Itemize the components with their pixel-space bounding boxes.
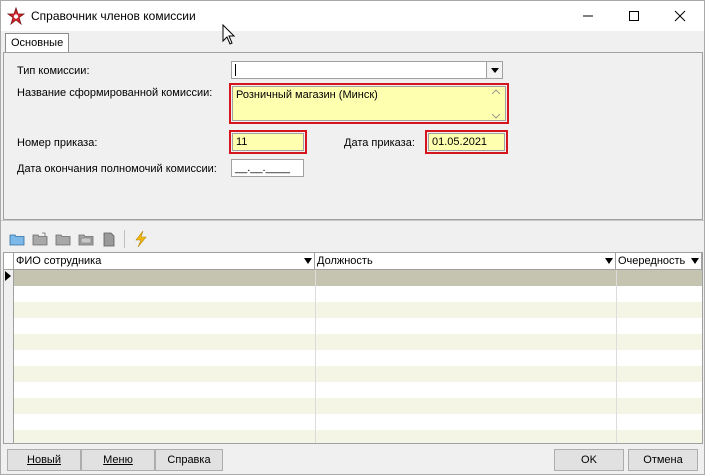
table-row[interactable] xyxy=(14,366,702,382)
table-row[interactable] xyxy=(14,414,702,430)
folder-open-icon xyxy=(32,232,47,246)
column-header-order-label: Очередность xyxy=(618,255,686,267)
new-button-label: Новый xyxy=(27,454,61,466)
document-button[interactable] xyxy=(97,228,120,250)
lightning-button[interactable] xyxy=(129,228,152,250)
button-bar: Новый Меню Справка OK Отмена xyxy=(1,446,704,474)
folder-delete-button[interactable] xyxy=(74,228,97,250)
folder-edit-icon xyxy=(55,234,70,246)
end-date-label: Дата окончания полномочий комиссии: xyxy=(17,163,217,175)
folder-delete-icon xyxy=(78,234,93,246)
close-icon xyxy=(674,10,686,22)
minimize-icon xyxy=(583,15,593,17)
folder-edit-button[interactable] xyxy=(51,228,74,250)
order-number-highlight xyxy=(229,130,307,154)
menu-button-label: Меню xyxy=(103,454,133,466)
app-logo-icon xyxy=(7,7,25,25)
menu-button[interactable]: Меню xyxy=(81,449,155,471)
grid-header: ФИО сотрудника Должность Очередность xyxy=(4,253,702,270)
column-divider xyxy=(315,270,316,443)
close-button[interactable] xyxy=(657,1,703,31)
column-header-employee-label: ФИО сотрудника xyxy=(16,255,102,267)
minimize-button[interactable] xyxy=(565,1,611,31)
members-grid[interactable]: ФИО сотрудника Должность Очередность xyxy=(3,252,703,444)
toolbar-separator xyxy=(124,230,125,248)
window-title: Справочник членов комиссии xyxy=(31,9,196,23)
new-button[interactable]: Новый xyxy=(7,449,81,471)
maximize-icon xyxy=(629,11,639,21)
chevron-down-icon xyxy=(490,67,499,73)
panel-splitter[interactable] xyxy=(1,220,704,226)
commission-name-label: Название сформированной комиссии: xyxy=(17,87,213,99)
chevron-down-icon[interactable] xyxy=(304,258,312,264)
order-date-label: Дата приказа: xyxy=(344,137,415,149)
table-row[interactable] xyxy=(14,286,702,302)
tab-main[interactable]: Основные xyxy=(5,33,70,53)
text-caret xyxy=(235,64,236,76)
column-header-employee[interactable]: ФИО сотрудника xyxy=(14,253,315,270)
table-row[interactable] xyxy=(14,382,702,398)
commission-type-label: Тип комиссии: xyxy=(17,65,90,77)
chevron-down-icon[interactable] xyxy=(691,258,699,264)
row-indicator-column xyxy=(4,270,14,443)
maximize-button[interactable] xyxy=(611,1,657,31)
table-row[interactable] xyxy=(14,350,702,366)
end-date-field[interactable]: __.__.____ xyxy=(231,159,304,177)
grid-toolbar xyxy=(5,228,152,250)
ok-button-label: OK xyxy=(581,454,597,466)
column-divider xyxy=(616,270,617,443)
tab-panel: Тип комиссии: Название сформированной ко… xyxy=(3,52,703,220)
table-row[interactable] xyxy=(14,398,702,414)
document-icon xyxy=(103,232,114,246)
table-row[interactable] xyxy=(14,270,702,286)
dialog-window: Справочник членов комиссии Основные Тип … xyxy=(0,0,705,475)
folder-new-icon xyxy=(9,234,24,246)
column-header-order[interactable]: Очередность xyxy=(616,253,702,270)
grid-rows[interactable] xyxy=(14,270,702,443)
lightning-icon xyxy=(134,231,147,247)
commission-type-combobox[interactable] xyxy=(231,61,503,79)
table-row[interactable] xyxy=(14,430,702,443)
folder-new-button[interactable] xyxy=(5,228,28,250)
order-date-highlight xyxy=(425,130,508,154)
table-row[interactable] xyxy=(14,318,702,334)
table-row[interactable] xyxy=(14,334,702,350)
cancel-button-label: Отмена xyxy=(643,454,683,466)
order-number-label: Номер приказа: xyxy=(17,137,98,149)
help-button[interactable]: Справка xyxy=(155,449,223,471)
combobox-dropdown-button[interactable] xyxy=(486,62,502,78)
help-button-label: Справка xyxy=(167,454,211,466)
mouse-cursor-icon xyxy=(222,24,236,45)
cancel-button[interactable]: Отмена xyxy=(628,449,698,471)
column-header-position-label: Должность xyxy=(317,255,373,267)
chevron-down-icon[interactable] xyxy=(605,258,613,264)
commission-name-highlight xyxy=(229,83,509,124)
indicator-header xyxy=(4,253,14,270)
title-bar: Справочник членов комиссии xyxy=(1,1,704,31)
column-header-position[interactable]: Должность xyxy=(315,253,616,270)
folder-open-button[interactable] xyxy=(28,228,51,250)
ok-button[interactable]: OK xyxy=(554,449,624,471)
current-row-indicator-icon xyxy=(5,271,11,281)
table-row[interactable] xyxy=(14,302,702,318)
